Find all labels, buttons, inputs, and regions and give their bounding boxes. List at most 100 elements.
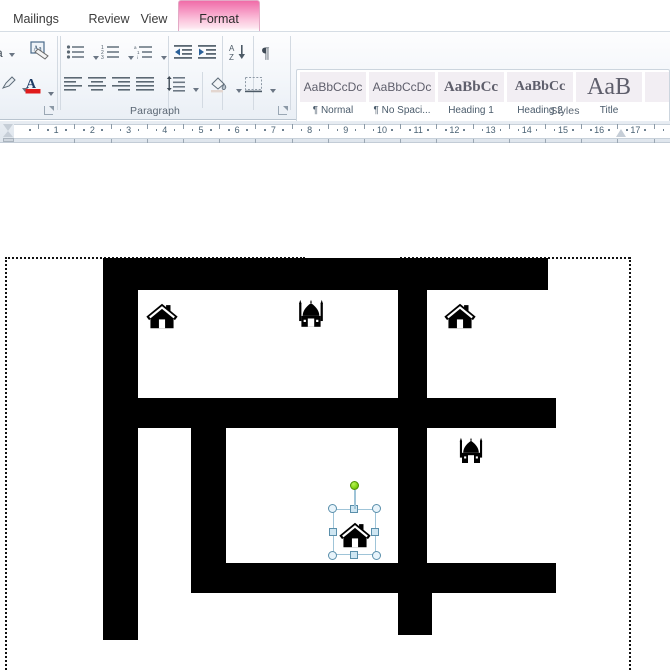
margin-mark-right bbox=[629, 257, 631, 670]
ruler-half-tick bbox=[544, 124, 546, 129]
ruler-half-tick bbox=[472, 124, 474, 129]
ruler-number-2: 2 bbox=[89, 125, 95, 135]
style-item-subtitle[interactable]: Aa S bbox=[644, 72, 669, 122]
clear-formatting-button[interactable]: Aa bbox=[29, 40, 51, 67]
bullets-icon bbox=[66, 45, 84, 59]
ruler-quarter-dot bbox=[590, 129, 592, 131]
ruler-quarter-dot bbox=[101, 129, 103, 131]
left-indent-marker[interactable] bbox=[2, 138, 14, 142]
rotation-handle-stem bbox=[353, 490, 356, 509]
shading-button[interactable] bbox=[209, 75, 243, 98]
ruler-lower-tick bbox=[508, 139, 510, 143]
poi-mosque-top-center[interactable] bbox=[295, 298, 327, 330]
align-center-button[interactable] bbox=[88, 77, 106, 96]
pilcrow-icon: ¶ bbox=[262, 45, 270, 62]
ruler-half-tick bbox=[653, 124, 655, 129]
ruler-number-1: 1 bbox=[53, 125, 59, 135]
tab-mailings-label: Mailings bbox=[13, 12, 59, 26]
align-right-button[interactable] bbox=[112, 77, 130, 96]
resize-handle-top-right[interactable] bbox=[372, 504, 381, 513]
style-preview-text: AaBbCc bbox=[514, 79, 566, 94]
style-name-heading-1: Heading 1 bbox=[448, 105, 494, 116]
ruler-lower-tick bbox=[581, 139, 583, 143]
poi-mosque-middle-right[interactable] bbox=[456, 436, 486, 466]
ruler-number-17: 17 bbox=[630, 125, 641, 135]
ruler-number-15: 15 bbox=[557, 125, 569, 135]
ruler-quarter-dot bbox=[517, 129, 520, 131]
ruler-lower-tick bbox=[219, 139, 221, 143]
multilevel-list-button[interactable]: a 1 i bbox=[134, 44, 168, 65]
style-preview-no-spacing: AaBbCcDc bbox=[369, 72, 435, 102]
ruler-lower-tick bbox=[182, 139, 184, 143]
change-case-button[interactable]: a bbox=[0, 44, 16, 62]
right-indent-marker[interactable] bbox=[615, 129, 626, 137]
borders-caret-icon bbox=[270, 89, 277, 93]
bullets-caret-icon bbox=[93, 56, 100, 60]
change-case-caret-icon bbox=[9, 53, 16, 57]
resize-handle-middle-right[interactable] bbox=[371, 528, 379, 536]
bullets-button[interactable] bbox=[66, 44, 100, 65]
first-line-indent-marker[interactable] bbox=[3, 124, 13, 131]
sort-button[interactable]: A Z bbox=[229, 43, 249, 66]
style-preview-text: AaBbCcDc bbox=[372, 80, 432, 94]
style-item-normal[interactable]: AaBbCcDc ¶ Normal bbox=[299, 72, 367, 122]
align-center-icon bbox=[88, 77, 106, 91]
svg-text:3: 3 bbox=[101, 55, 104, 60]
resize-handle-top-left[interactable] bbox=[328, 504, 337, 513]
justify-button[interactable] bbox=[136, 77, 154, 96]
resize-handle-middle-left[interactable] bbox=[329, 528, 337, 536]
show-formatting-marks-button[interactable]: ¶ bbox=[261, 43, 277, 66]
resize-handle-bottom-right[interactable] bbox=[372, 551, 381, 560]
resize-handle-bottom-center[interactable] bbox=[350, 551, 358, 559]
svg-text:i: i bbox=[137, 55, 138, 60]
ruler-quarter-dot bbox=[47, 129, 49, 131]
ruler-quarter-dot bbox=[191, 129, 194, 131]
ruler-number-9: 9 bbox=[343, 125, 349, 135]
ruler-half-tick bbox=[581, 124, 583, 129]
poi-house-top-left[interactable] bbox=[145, 299, 179, 333]
font-dialog-launcher[interactable] bbox=[44, 106, 54, 115]
numbering-button[interactable]: 1 2 3 bbox=[101, 44, 135, 65]
ruler-quarter-dot bbox=[391, 129, 393, 131]
road-inner-vertical-short bbox=[191, 428, 226, 578]
ruler-quarter-dot bbox=[137, 129, 140, 131]
ruler-quarter-dot bbox=[246, 129, 248, 131]
ribbon-tab-bar: Mailings Review View Format bbox=[0, 0, 670, 31]
poi-house-top-right[interactable] bbox=[443, 299, 477, 333]
rotation-handle[interactable] bbox=[350, 481, 359, 490]
document-canvas[interactable] bbox=[0, 144, 670, 670]
ribbon-body: a Aa A bbox=[0, 32, 670, 123]
hanging-indent-marker[interactable] bbox=[3, 131, 13, 137]
ruler-strip bbox=[14, 124, 670, 139]
ruler-quarter-dot bbox=[65, 129, 67, 131]
ruler-quarter-dot bbox=[427, 129, 429, 131]
increase-indent-button[interactable] bbox=[198, 44, 218, 65]
ruler-half-tick bbox=[508, 124, 510, 129]
ruler-quarter-dot bbox=[282, 129, 284, 131]
tab-format[interactable]: Format bbox=[178, 0, 260, 31]
font-color-caret-icon bbox=[48, 92, 55, 96]
tab-view[interactable]: View bbox=[124, 0, 184, 31]
ruler-lower-tick bbox=[400, 139, 402, 143]
decrease-indent-button[interactable] bbox=[174, 44, 194, 65]
style-item-no-spacing[interactable]: AaBbCcDc ¶ No Spaci... bbox=[368, 72, 436, 122]
ruler-quarter-dot bbox=[29, 129, 31, 131]
ruler-lower-tick bbox=[617, 139, 619, 143]
ruler-quarter-dot bbox=[626, 129, 628, 131]
ruler-quarter-dot bbox=[300, 129, 303, 131]
horizontal-ruler[interactable]: 1 2 3 4 5 6 7 8 9 10 11 12 13 14 15 16 17 bbox=[0, 121, 670, 143]
align-left-button[interactable] bbox=[64, 77, 82, 96]
paragraph-dialog-launcher[interactable] bbox=[278, 106, 288, 115]
tab-mailings[interactable]: Mailings bbox=[0, 0, 72, 31]
resize-handle-bottom-left[interactable] bbox=[328, 551, 337, 560]
line-spacing-button[interactable] bbox=[166, 76, 200, 97]
font-color-button[interactable]: A bbox=[24, 74, 55, 101]
ruler-number-5: 5 bbox=[198, 125, 204, 135]
ruler-quarter-dot bbox=[336, 129, 339, 131]
ruler-quarter-dot bbox=[409, 129, 411, 131]
styles-group-label: Styles bbox=[550, 105, 580, 117]
borders-button[interactable] bbox=[245, 77, 277, 98]
ruler-quarter-dot bbox=[553, 129, 556, 131]
ruler-number-16: 16 bbox=[594, 125, 605, 135]
ruler-number-4: 4 bbox=[162, 125, 168, 135]
